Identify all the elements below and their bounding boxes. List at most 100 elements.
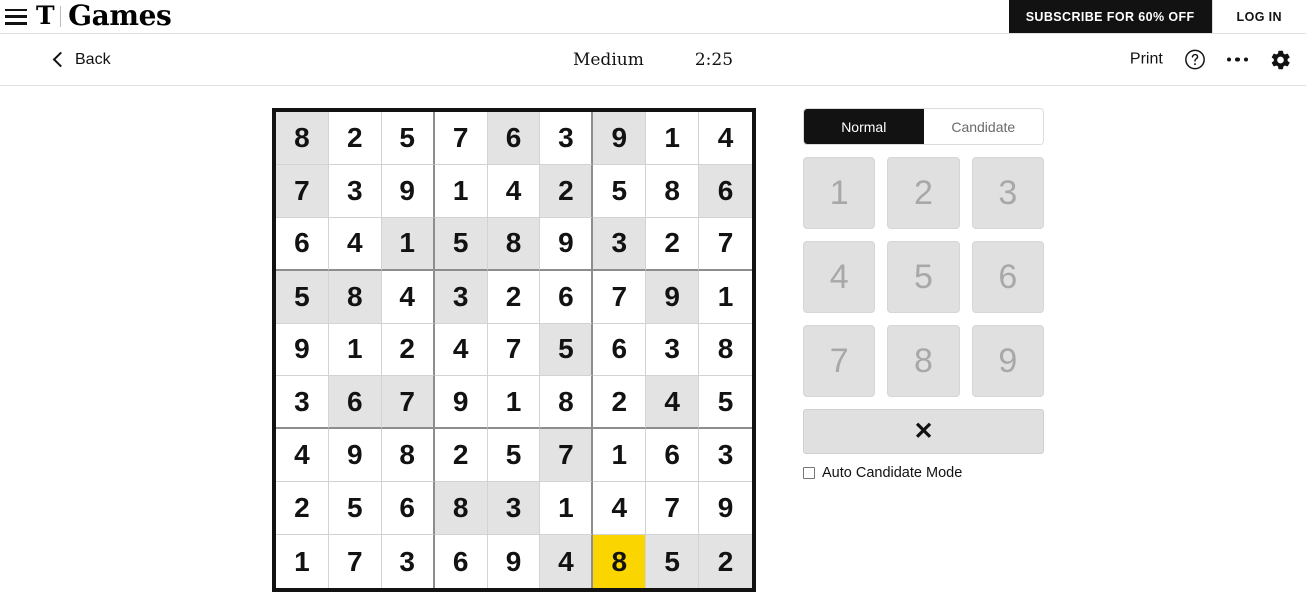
sudoku-cell-r2c4[interactable]: 1 [434, 164, 488, 218]
sudoku-cell-r6c3[interactable]: 7 [381, 376, 435, 430]
sudoku-cell-r5c3[interactable]: 2 [381, 323, 435, 377]
help-button[interactable] [1184, 49, 1206, 71]
sudoku-cell-r8c7[interactable]: 4 [593, 482, 647, 536]
sudoku-cell-r4c5[interactable]: 2 [487, 270, 541, 324]
sudoku-cell-r2c9[interactable]: 6 [699, 164, 752, 218]
sudoku-cell-r4c7[interactable]: 7 [593, 270, 647, 324]
sudoku-cell-r4c1[interactable]: 5 [276, 270, 329, 324]
sudoku-cell-r9c2[interactable]: 7 [328, 535, 382, 588]
sudoku-cell-r5c1[interactable]: 9 [276, 323, 329, 377]
sudoku-cell-r1c7[interactable]: 9 [593, 112, 647, 165]
number-button-3[interactable]: 3 [971, 157, 1044, 229]
sudoku-cell-r8c5[interactable]: 3 [487, 482, 541, 536]
sudoku-cell-r3c9[interactable]: 7 [699, 217, 752, 271]
number-button-4[interactable]: 4 [803, 241, 876, 313]
back-button[interactable]: Back [52, 51, 111, 68]
sudoku-cell-r5c2[interactable]: 1 [328, 323, 382, 377]
sudoku-cell-r1c9[interactable]: 4 [699, 112, 752, 165]
sudoku-cell-r4c6[interactable]: 6 [540, 270, 594, 324]
sudoku-cell-r8c1[interactable]: 2 [276, 482, 329, 536]
sudoku-cell-r2c7[interactable]: 5 [593, 164, 647, 218]
sudoku-cell-r1c2[interactable]: 2 [328, 112, 382, 165]
sudoku-cell-r7c6[interactable]: 7 [540, 429, 594, 483]
subscribe-button[interactable]: SUBSCRIBE FOR 60% OFF [1008, 0, 1212, 33]
sudoku-cell-r7c4[interactable]: 2 [434, 429, 488, 483]
sudoku-cell-r6c2[interactable]: 6 [328, 376, 382, 430]
login-button[interactable]: LOG IN [1211, 0, 1306, 33]
number-button-1[interactable]: 1 [803, 157, 876, 229]
sudoku-cell-r5c9[interactable]: 8 [699, 323, 752, 377]
mode-normal-button[interactable]: Normal [804, 109, 924, 144]
erase-button[interactable]: ✕ [803, 409, 1044, 454]
sudoku-cell-r6c1[interactable]: 3 [276, 376, 329, 430]
sudoku-cell-r1c4[interactable]: 7 [434, 112, 488, 165]
sudoku-cell-r1c5[interactable]: 6 [487, 112, 541, 165]
sudoku-cell-r2c1[interactable]: 7 [276, 164, 329, 218]
sudoku-cell-r5c7[interactable]: 6 [593, 323, 647, 377]
sudoku-cell-r3c4[interactable]: 5 [434, 217, 488, 271]
sudoku-cell-r2c2[interactable]: 3 [328, 164, 382, 218]
sudoku-cell-r9c1[interactable]: 1 [276, 535, 329, 588]
sudoku-cell-r9c7[interactable]: 8 [593, 535, 647, 588]
number-button-2[interactable]: 2 [887, 157, 960, 229]
sudoku-cell-r3c8[interactable]: 2 [646, 217, 700, 271]
sudoku-cell-r3c3[interactable]: 1 [381, 217, 435, 271]
mode-candidate-button[interactable]: Candidate [923, 109, 1043, 144]
auto-candidate-checkbox[interactable] [803, 467, 815, 480]
sudoku-cell-r2c3[interactable]: 9 [381, 164, 435, 218]
sudoku-cell-r6c6[interactable]: 8 [540, 376, 594, 430]
sudoku-cell-r7c5[interactable]: 5 [487, 429, 541, 483]
sudoku-cell-r4c4[interactable]: 3 [434, 270, 488, 324]
sudoku-cell-r3c2[interactable]: 4 [328, 217, 382, 271]
sudoku-cell-r6c4[interactable]: 9 [434, 376, 488, 430]
print-button[interactable]: Print [1130, 51, 1163, 68]
sudoku-cell-r6c8[interactable]: 4 [646, 376, 700, 430]
sudoku-cell-r2c8[interactable]: 8 [646, 164, 700, 218]
sudoku-cell-r7c2[interactable]: 9 [328, 429, 382, 483]
sudoku-cell-r8c8[interactable]: 7 [646, 482, 700, 536]
sudoku-cell-r7c7[interactable]: 1 [593, 429, 647, 483]
sudoku-cell-r4c3[interactable]: 4 [381, 270, 435, 324]
sudoku-cell-r2c5[interactable]: 4 [487, 164, 541, 218]
sudoku-cell-r7c8[interactable]: 6 [646, 429, 700, 483]
sudoku-cell-r1c3[interactable]: 5 [381, 112, 435, 165]
settings-button[interactable] [1269, 48, 1292, 71]
sudoku-cell-r6c9[interactable]: 5 [699, 376, 752, 430]
number-button-5[interactable]: 5 [887, 241, 960, 313]
number-button-6[interactable]: 6 [971, 241, 1044, 313]
more-options-button[interactable] [1226, 57, 1248, 62]
sudoku-cell-r8c3[interactable]: 6 [381, 482, 435, 536]
sudoku-cell-r7c9[interactable]: 3 [699, 429, 752, 483]
sudoku-cell-r8c4[interactable]: 8 [434, 482, 488, 536]
sudoku-cell-r3c1[interactable]: 6 [276, 217, 329, 271]
sudoku-cell-r1c1[interactable]: 8 [276, 112, 329, 165]
sudoku-cell-r3c6[interactable]: 9 [540, 217, 594, 271]
sudoku-cell-r9c3[interactable]: 3 [381, 535, 435, 588]
sudoku-cell-r7c3[interactable]: 8 [381, 429, 435, 483]
number-button-8[interactable]: 8 [887, 325, 960, 397]
sudoku-cell-r4c8[interactable]: 9 [646, 270, 700, 324]
auto-candidate-mode-toggle[interactable]: Auto Candidate Mode [803, 466, 1044, 481]
sudoku-cell-r5c8[interactable]: 3 [646, 323, 700, 377]
sudoku-cell-r1c6[interactable]: 3 [540, 112, 594, 165]
sudoku-cell-r6c7[interactable]: 2 [593, 376, 647, 430]
sudoku-cell-r7c1[interactable]: 4 [276, 429, 329, 483]
sudoku-cell-r8c6[interactable]: 1 [540, 482, 594, 536]
number-button-7[interactable]: 7 [803, 325, 876, 397]
sudoku-cell-r8c2[interactable]: 5 [328, 482, 382, 536]
sudoku-cell-r4c9[interactable]: 1 [699, 270, 752, 324]
sudoku-cell-r8c9[interactable]: 9 [699, 482, 752, 536]
sudoku-cell-r9c5[interactable]: 9 [487, 535, 541, 588]
sudoku-cell-r2c6[interactable]: 2 [540, 164, 594, 218]
hamburger-icon[interactable] [5, 8, 27, 25]
sudoku-cell-r5c4[interactable]: 4 [434, 323, 488, 377]
sudoku-cell-r9c9[interactable]: 2 [699, 535, 752, 588]
sudoku-cell-r9c4[interactable]: 6 [434, 535, 488, 588]
sudoku-cell-r4c2[interactable]: 8 [328, 270, 382, 324]
number-button-9[interactable]: 9 [971, 325, 1044, 397]
nyt-games-logo[interactable]: T Games [36, 1, 172, 32]
sudoku-cell-r1c8[interactable]: 1 [646, 112, 700, 165]
sudoku-cell-r6c5[interactable]: 1 [487, 376, 541, 430]
sudoku-cell-r3c5[interactable]: 8 [487, 217, 541, 271]
sudoku-cell-r9c6[interactable]: 4 [540, 535, 594, 588]
